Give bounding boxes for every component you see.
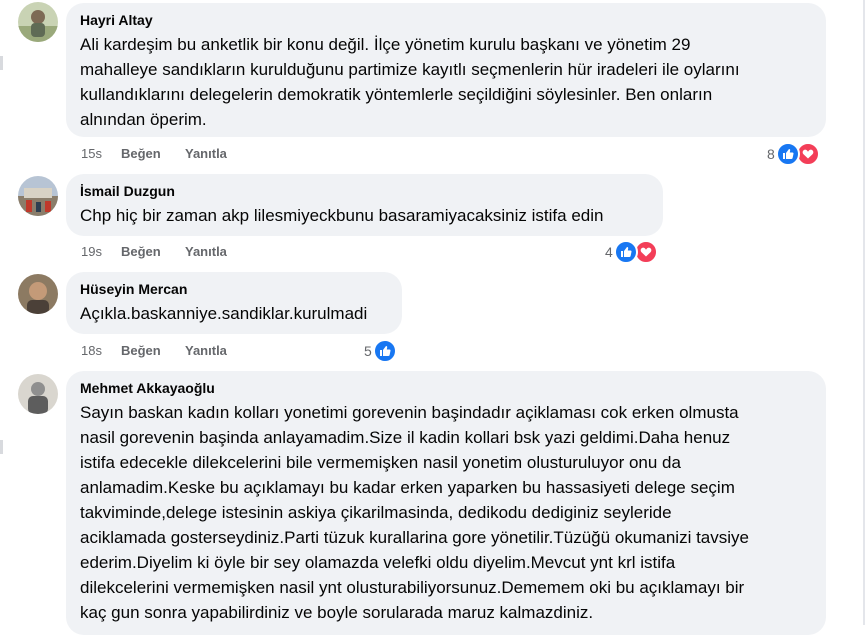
avatar[interactable]	[18, 2, 58, 42]
comment-line: Sayın baskan kadın kolları yonetimi gore…	[80, 403, 739, 422]
comment-line: nasil gorevenin başinda anlayamadim.Size…	[80, 428, 731, 447]
comment-bubble: Hayri Altay Ali kardeşim bu anketlik bir…	[66, 3, 826, 137]
avatar[interactable]	[18, 176, 58, 216]
comment-text: Ali kardeşim bu anketlik bir konu değil.…	[80, 32, 812, 132]
comment-line: Ali kardeşim bu anketlik bir konu değil.…	[80, 35, 691, 54]
comment-bubble: Mehmet Akkayaoğlu Sayın baskan kadın kol…	[66, 371, 826, 635]
comment-author[interactable]: Mehmet Akkayaoğlu	[80, 379, 812, 397]
comment-line: aciklamada gosterseydiniz.Parti tüzuk ku…	[80, 528, 749, 547]
comment-bubble: Hüseyin Mercan Açıkla.baskanniye.sandikl…	[66, 272, 402, 334]
left-edge	[0, 0, 6, 625]
reaction-summary[interactable]: 8	[767, 142, 820, 166]
comment-text: Açıkla.baskanniye.sandiklar.kurulmadi	[80, 301, 388, 326]
avatar[interactable]	[18, 374, 58, 414]
comment-text: Chp hiç bir zaman akp lilesmiyeckbunu ba…	[80, 203, 649, 228]
edge-notch	[0, 440, 3, 454]
reaction-summary[interactable]: 5	[364, 339, 397, 363]
comment-author[interactable]: İsmail Duzgun	[80, 182, 649, 200]
comment-time[interactable]: 18s	[81, 342, 102, 360]
like-button[interactable]: Beğen	[121, 145, 161, 163]
comment-line: dilekcelerini vermemişken nasil ynt olus…	[80, 578, 745, 597]
reaction-count: 4	[605, 244, 613, 260]
comment-line: ederim.Diyelim ki öyle bir sey olamazda …	[80, 553, 676, 572]
like-button[interactable]: Beğen	[121, 243, 161, 261]
comment-time[interactable]: 15s	[81, 145, 102, 163]
reaction-count: 5	[364, 343, 372, 359]
comment-line: Chp hiç bir zaman akp lilesmiyeckbunu ba…	[80, 206, 604, 225]
comment-line: Açıkla.baskanniye.sandiklar.kurulmadi	[80, 304, 368, 323]
comment-text: Sayın baskan kadın kolları yonetimi gore…	[80, 400, 812, 625]
comment-line: alnından öperim.	[80, 110, 207, 129]
comment-line: kaç gun sonra yapabilirdiniz ve boyle so…	[80, 603, 594, 622]
comment-line: istifa edecekle dilekcelerini bile verme…	[80, 453, 681, 472]
like-icon	[372, 339, 397, 363]
comment-bubble: İsmail Duzgun Chp hiç bir zaman akp lile…	[66, 174, 663, 236]
comment-time[interactable]: 19s	[81, 243, 102, 261]
reaction-count: 8	[767, 146, 775, 162]
like-icon	[613, 240, 638, 264]
like-button[interactable]: Beğen	[121, 342, 161, 360]
comment-line: anlamadim.Keske bu açıklamayı bu kadar e…	[80, 478, 735, 497]
like-icon	[775, 142, 800, 166]
avatar[interactable]	[18, 274, 58, 314]
reply-button[interactable]: Yanıtla	[185, 342, 227, 360]
reply-button[interactable]: Yanıtla	[185, 145, 227, 163]
comment-author[interactable]: Hayri Altay	[80, 11, 812, 29]
comment-line: takviminde,delege istesinin askiya çikar…	[80, 503, 672, 522]
reaction-summary[interactable]: 4	[605, 240, 658, 264]
comment-author[interactable]: Hüseyin Mercan	[80, 280, 388, 298]
comment-line: kullandıklarını delegelerin demokratik y…	[80, 85, 713, 104]
comment-line: mahalleye sandıkların kurulduğunu partim…	[80, 60, 740, 79]
reply-button[interactable]: Yanıtla	[185, 243, 227, 261]
edge-notch	[0, 56, 3, 70]
